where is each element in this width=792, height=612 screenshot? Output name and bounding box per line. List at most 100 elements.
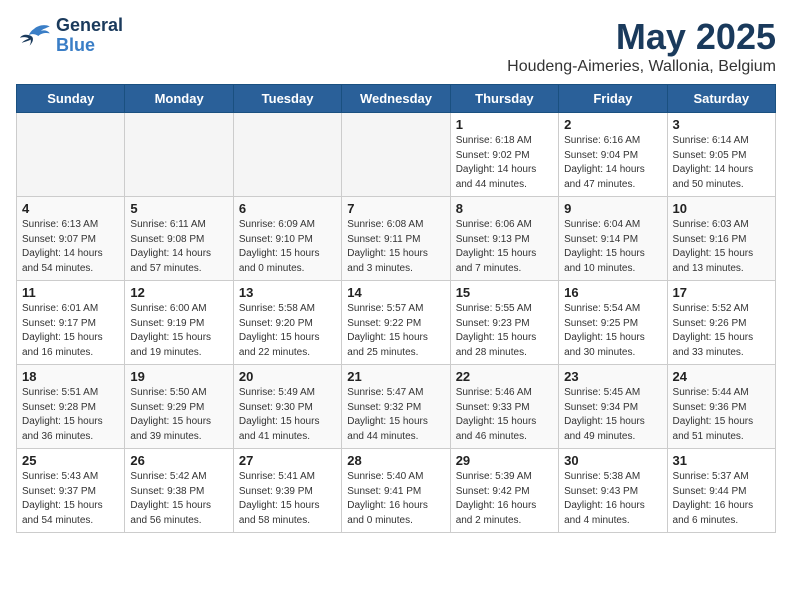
- day-sun-info: Sunrise: 5:41 AMSunset: 9:39 PMDaylight:…: [239, 470, 336, 528]
- day-sun-info: Sunrise: 5:47 AMSunset: 9:32 PMDaylight:…: [347, 386, 444, 444]
- day-number: 3: [673, 117, 770, 132]
- calendar-day-cell: 2 Sunrise: 6:16 AMSunset: 9:04 PMDaylight…: [559, 113, 667, 197]
- day-sun-info: Sunrise: 5:38 AMSunset: 9:43 PMDaylight:…: [564, 470, 661, 528]
- calendar-day-cell: 12Sunrise: 6:00 AMSunset: 9:19 PMDayligh…: [125, 281, 233, 365]
- day-sun-info: Sunrise: 5:58 AMSunset: 9:20 PMDaylight:…: [239, 302, 336, 360]
- calendar-table: SundayMondayTuesdayWednesdayThursdayFrid…: [16, 84, 776, 533]
- calendar-day-cell: 20 Sunrise: 5:49 AMSunset: 9:30 PMDayligh…: [233, 365, 341, 449]
- day-number: 5: [130, 201, 227, 216]
- calendar-day-cell: [233, 113, 341, 197]
- day-sun-info: Sunrise: 6:18 AMSunset: 9:02 PMDaylight:…: [456, 134, 553, 192]
- location-subtitle: Houdeng-Aimeries, Wallonia, Belgium: [507, 58, 776, 76]
- day-number: 19: [130, 369, 227, 384]
- day-sun-info: Sunrise: 5:52 AMSunset: 9:26 PMDaylight:…: [673, 302, 770, 360]
- day-number: 7: [347, 201, 444, 216]
- calendar-day-cell: 29 Sunrise: 5:39 AMSunset: 9:42 PMDayligh…: [450, 449, 558, 533]
- day-sun-info: Sunrise: 6:08 AMSunset: 9:11 PMDaylight:…: [347, 218, 444, 276]
- day-number: 20: [239, 369, 336, 384]
- calendar-day-cell: 15Sunrise: 5:55 AMSunset: 9:23 PMDayligh…: [450, 281, 558, 365]
- day-of-week-header: Thursday: [450, 85, 558, 113]
- day-sun-info: Sunrise: 5:57 AMSunset: 9:22 PMDaylight:…: [347, 302, 444, 360]
- calendar-day-cell: 5 Sunrise: 6:11 AMSunset: 9:08 PMDaylight…: [125, 197, 233, 281]
- day-sun-info: Sunrise: 5:50 AMSunset: 9:29 PMDaylight:…: [130, 386, 227, 444]
- page-header: General Blue May 2025 Houdeng-Aimeries, …: [16, 16, 776, 76]
- calendar-day-cell: 16 Sunrise: 5:54 AMSunset: 9:25 PMDayligh…: [559, 281, 667, 365]
- calendar-week-row: 25 Sunrise: 5:43 AMSunset: 9:37 PMDayligh…: [17, 449, 776, 533]
- day-number: 29: [456, 453, 553, 468]
- calendar-day-cell: 25 Sunrise: 5:43 AMSunset: 9:37 PMDayligh…: [17, 449, 125, 533]
- calendar-day-cell: 30 Sunrise: 5:38 AMSunset: 9:43 PMDayligh…: [559, 449, 667, 533]
- calendar-day-cell: 27Sunrise: 5:41 AMSunset: 9:39 PMDayligh…: [233, 449, 341, 533]
- day-number: 8: [456, 201, 553, 216]
- day-sun-info: Sunrise: 6:09 AMSunset: 9:10 PMDaylight:…: [239, 218, 336, 276]
- calendar-week-row: 18 Sunrise: 5:51 AMSunset: 9:28 PMDayligh…: [17, 365, 776, 449]
- calendar-day-cell: 31Sunrise: 5:37 AMSunset: 9:44 PMDayligh…: [667, 449, 775, 533]
- day-number: 17: [673, 285, 770, 300]
- day-number: 28: [347, 453, 444, 468]
- day-sun-info: Sunrise: 6:16 AMSunset: 9:04 PMDaylight:…: [564, 134, 661, 192]
- calendar-day-cell: 8 Sunrise: 6:06 AMSunset: 9:13 PMDaylight…: [450, 197, 558, 281]
- day-sun-info: Sunrise: 5:42 AMSunset: 9:38 PMDaylight:…: [130, 470, 227, 528]
- day-number: 4: [22, 201, 119, 216]
- month-year-title: May 2025: [507, 16, 776, 58]
- day-number: 23: [564, 369, 661, 384]
- day-sun-info: Sunrise: 5:39 AMSunset: 9:42 PMDaylight:…: [456, 470, 553, 528]
- day-sun-info: Sunrise: 6:04 AMSunset: 9:14 PMDaylight:…: [564, 218, 661, 276]
- calendar-day-cell: 7 Sunrise: 6:08 AMSunset: 9:11 PMDaylight…: [342, 197, 450, 281]
- day-number: 13: [239, 285, 336, 300]
- day-sun-info: Sunrise: 6:06 AMSunset: 9:13 PMDaylight:…: [456, 218, 553, 276]
- logo-text: General Blue: [56, 16, 123, 56]
- logo-blue: Blue: [56, 36, 123, 56]
- day-number: 9: [564, 201, 661, 216]
- calendar-day-cell: 1 Sunrise: 6:18 AMSunset: 9:02 PMDaylight…: [450, 113, 558, 197]
- day-sun-info: Sunrise: 6:11 AMSunset: 9:08 PMDaylight:…: [130, 218, 227, 276]
- calendar-day-cell: 9 Sunrise: 6:04 AMSunset: 9:14 PMDaylight…: [559, 197, 667, 281]
- day-number: 26: [130, 453, 227, 468]
- title-block: May 2025 Houdeng-Aimeries, Wallonia, Bel…: [507, 16, 776, 76]
- day-number: 31: [673, 453, 770, 468]
- calendar-day-cell: 19 Sunrise: 5:50 AMSunset: 9:29 PMDayligh…: [125, 365, 233, 449]
- calendar-week-row: 4 Sunrise: 6:13 AMSunset: 9:07 PMDaylight…: [17, 197, 776, 281]
- day-number: 24: [673, 369, 770, 384]
- day-sun-info: Sunrise: 5:45 AMSunset: 9:34 PMDaylight:…: [564, 386, 661, 444]
- day-number: 10: [673, 201, 770, 216]
- day-sun-info: Sunrise: 6:03 AMSunset: 9:16 PMDaylight:…: [673, 218, 770, 276]
- calendar-week-row: 11Sunrise: 6:01 AMSunset: 9:17 PMDayligh…: [17, 281, 776, 365]
- day-of-week-header: Saturday: [667, 85, 775, 113]
- day-number: 16: [564, 285, 661, 300]
- day-number: 2: [564, 117, 661, 132]
- calendar-day-cell: 18 Sunrise: 5:51 AMSunset: 9:28 PMDayligh…: [17, 365, 125, 449]
- day-number: 25: [22, 453, 119, 468]
- day-of-week-header: Wednesday: [342, 85, 450, 113]
- day-of-week-header: Friday: [559, 85, 667, 113]
- day-sun-info: Sunrise: 5:46 AMSunset: 9:33 PMDaylight:…: [456, 386, 553, 444]
- calendar-day-cell: 28Sunrise: 5:40 AMSunset: 9:41 PMDayligh…: [342, 449, 450, 533]
- day-sun-info: Sunrise: 6:14 AMSunset: 9:05 PMDaylight:…: [673, 134, 770, 192]
- calendar-week-row: 1 Sunrise: 6:18 AMSunset: 9:02 PMDaylight…: [17, 113, 776, 197]
- calendar-day-cell: [342, 113, 450, 197]
- calendar-day-cell: 4 Sunrise: 6:13 AMSunset: 9:07 PMDaylight…: [17, 197, 125, 281]
- calendar-day-cell: 14Sunrise: 5:57 AMSunset: 9:22 PMDayligh…: [342, 281, 450, 365]
- logo-icon: [16, 22, 52, 50]
- day-sun-info: Sunrise: 5:43 AMSunset: 9:37 PMDaylight:…: [22, 470, 119, 528]
- calendar-header-row: SundayMondayTuesdayWednesdayThursdayFrid…: [17, 85, 776, 113]
- logo: General Blue: [16, 16, 123, 56]
- day-number: 21: [347, 369, 444, 384]
- day-sun-info: Sunrise: 5:51 AMSunset: 9:28 PMDaylight:…: [22, 386, 119, 444]
- day-sun-info: Sunrise: 5:54 AMSunset: 9:25 PMDaylight:…: [564, 302, 661, 360]
- day-of-week-header: Monday: [125, 85, 233, 113]
- day-number: 18: [22, 369, 119, 384]
- day-number: 11: [22, 285, 119, 300]
- day-of-week-header: Tuesday: [233, 85, 341, 113]
- logo-general: General: [56, 16, 123, 36]
- day-sun-info: Sunrise: 5:49 AMSunset: 9:30 PMDaylight:…: [239, 386, 336, 444]
- day-sun-info: Sunrise: 6:13 AMSunset: 9:07 PMDaylight:…: [22, 218, 119, 276]
- calendar-day-cell: 17 Sunrise: 5:52 AMSunset: 9:26 PMDayligh…: [667, 281, 775, 365]
- calendar-day-cell: 3 Sunrise: 6:14 AMSunset: 9:05 PMDaylight…: [667, 113, 775, 197]
- day-number: 30: [564, 453, 661, 468]
- calendar-day-cell: 23 Sunrise: 5:45 AMSunset: 9:34 PMDayligh…: [559, 365, 667, 449]
- calendar-day-cell: 6Sunrise: 6:09 AMSunset: 9:10 PMDaylight…: [233, 197, 341, 281]
- day-number: 1: [456, 117, 553, 132]
- day-number: 22: [456, 369, 553, 384]
- day-number: 15: [456, 285, 553, 300]
